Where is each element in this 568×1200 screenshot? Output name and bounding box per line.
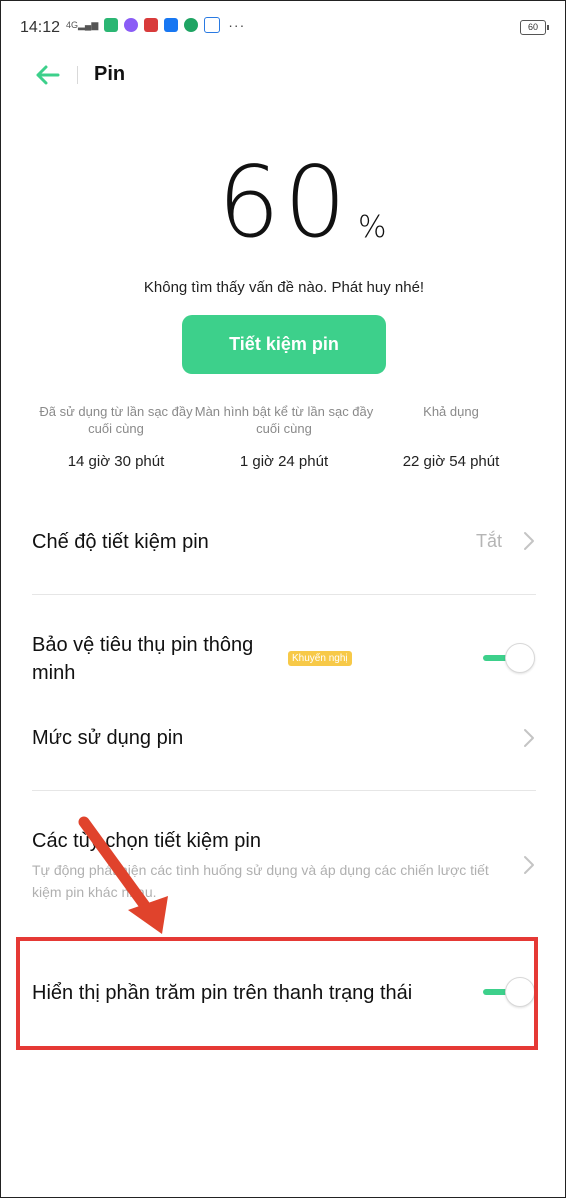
page-title: Pin (94, 63, 126, 85)
recommended-badge: Khuyến nghị (288, 651, 352, 666)
highlight-box (16, 937, 538, 1050)
stat-label: Khả dụng (423, 404, 479, 419)
messenger-icon (124, 18, 139, 32)
battery-icon: 60 (520, 20, 549, 35)
chat-icon (184, 18, 199, 32)
battery-saving-mode-title: Chế độ tiết kiệm pin (32, 531, 209, 553)
stat-value: 1 giờ 24 phút (239, 453, 329, 470)
news-icon (144, 18, 159, 32)
stat-screen-on: Màn hình bật kể từ lần sạc đầy cuối cùng… (194, 403, 374, 470)
facebook-icon (164, 18, 179, 32)
header-divider (77, 66, 78, 84)
line-icon (104, 18, 119, 32)
status-icons: 4G▂▄▆ ··· (66, 17, 245, 33)
battery-usage-title: Mức sử dụng pin (32, 727, 184, 749)
stat-value: 14 giờ 30 phút (67, 453, 165, 470)
signal-icon: 4G▂▄▆ (66, 20, 99, 30)
battery-percent-unit: % (358, 210, 387, 245)
battery-percentage: 60 % (0, 146, 568, 260)
back-arrow-icon[interactable] (34, 62, 60, 88)
chevron-right-icon (524, 729, 534, 747)
smart-protection-toggle[interactable] (483, 643, 537, 673)
save-battery-button[interactable]: Tiết kiệm pin (182, 315, 386, 374)
section-divider (32, 594, 536, 595)
chevron-right-icon (524, 532, 534, 550)
zing-icon (204, 17, 221, 33)
toggle-knob (505, 643, 535, 673)
stat-label: Màn hình bật kể từ lần sạc đầy cuối cùng (194, 404, 374, 436)
status-bar: 14:12 4G▂▄▆ ··· 60 (0, 0, 568, 56)
stat-used-since-charge: Đã sử dụng từ lần sạc đầy cuối cùng 14 g… (26, 403, 206, 470)
chevron-right-icon (524, 856, 534, 874)
section-divider (32, 790, 536, 791)
status-time: 14:12 (20, 19, 61, 36)
battery-status-message: Không tìm thấy vấn đề nào. Phát huy nhé! (143, 279, 425, 296)
more-notifications-icon: ··· (228, 17, 246, 33)
red-arrow-icon (78, 816, 168, 934)
stat-label: Đã sử dụng từ lần sạc đầy cuối cùng (39, 404, 193, 436)
smart-protection-title: Bảo vệ tiêu thụ pin thông minh (32, 634, 254, 684)
battery-saving-mode-value: Tắt (476, 531, 503, 551)
battery-percent-value: 60 (217, 146, 351, 260)
stat-available: Khả dụng 22 giờ 54 phút (361, 403, 541, 470)
stat-value: 22 giờ 54 phút (402, 453, 500, 470)
